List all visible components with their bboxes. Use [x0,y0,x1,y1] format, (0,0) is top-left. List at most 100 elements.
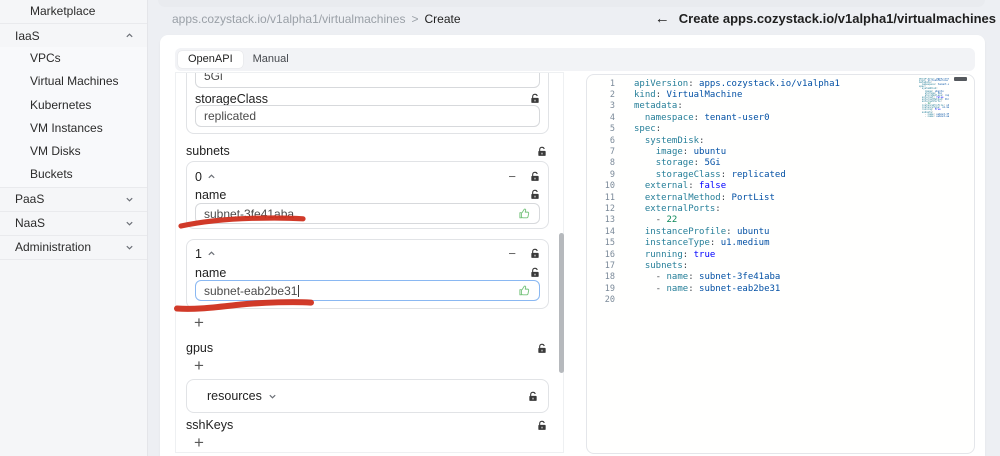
remove-item-button[interactable]: − [508,247,516,260]
lock-icon[interactable] [530,189,540,200]
code-text: externalPorts: [644,203,721,214]
system-disk-card: 5Gi storageClass replicated [186,72,549,134]
code-line[interactable]: 12 externalPorts: [587,203,974,214]
code-line[interactable]: 11 externalMethod: PortList [587,192,974,203]
chevron-down-icon [125,243,134,252]
code-text: systemDisk: [644,135,705,146]
code-line[interactable]: 2 kind: VirtualMachine [587,89,974,100]
code-line[interactable]: 7 image: ubuntu [587,146,974,157]
remove-item-button[interactable]: − [508,170,516,183]
lock-icon[interactable] [528,391,538,402]
code-text: spec: [634,124,662,135]
form-scrollbar-thumb[interactable] [559,233,564,373]
code-text: metadata: [634,101,683,112]
code-line[interactable]: 4 namespace: tenant-user0 [587,112,974,123]
thumbs-up-icon[interactable] [518,284,531,297]
chevron-down-icon[interactable] [268,392,277,401]
storage-input[interactable]: 5Gi [195,72,540,88]
lock-icon[interactable] [537,146,547,157]
code-line[interactable]: 8 storage: 5Gi [587,158,974,169]
subnet-item-0-header[interactable]: 0 − [195,169,540,184]
chevron-up-icon[interactable] [207,249,216,258]
code-line[interactable]: 9 storageClass: replicated [587,169,974,180]
text-cursor [298,284,300,297]
line-number: 8 [609,158,615,169]
gpus-label: gpus [186,341,214,355]
line-number: 11 [604,192,615,203]
code-text: instanceProfile: ubuntu [644,226,770,237]
code-text: subnets: [644,260,689,271]
line-number: 20 [604,295,615,306]
sidebar-item-marketplace[interactable]: Marketplace [0,0,147,24]
lock-icon[interactable] [530,93,540,104]
lock-icon[interactable] [530,171,540,182]
sidebar-group-iaas[interactable]: IaaS [0,24,147,47]
sidebar-group-paas[interactable]: PaaS [0,188,147,212]
yaml-editor[interactable]: 1 apiVersion: apps.cozystack.io/v1alpha1 2… [586,74,975,454]
sidebar-item-buckets[interactable]: Buckets [0,163,147,186]
storage-input-value: 5Gi [204,72,223,83]
thumbs-up-icon[interactable] [518,207,531,220]
lock-icon[interactable] [537,420,547,431]
sidebar-item-vm-instances[interactable]: VM Instances [0,117,147,140]
line-number: 16 [604,249,615,260]
code-line[interactable]: 13 - 22 [587,215,974,226]
code-line[interactable]: 10 external: false [587,181,974,192]
sidebar-group-label: IaaS [15,28,40,43]
code-text: kind: VirtualMachine [634,90,743,101]
line-number: 3 [609,101,615,112]
subnet-item-1-header[interactable]: 1 − [195,246,540,261]
code-line[interactable]: 17 subnets: [587,260,974,271]
code-line[interactable]: 20 [587,294,974,305]
line-number: 17 [604,260,615,271]
sidebar-group-naas[interactable]: NaaS [0,212,147,236]
line-number: 14 [604,226,615,237]
code-line[interactable]: 6 systemDisk: [587,135,974,146]
chevron-up-icon[interactable] [207,172,216,181]
chevron-down-icon [125,195,134,204]
code-line[interactable]: 16 running: true [587,249,974,260]
code-line[interactable]: 14 instanceProfile: ubuntu [587,226,974,237]
chevron-up-icon [125,31,134,40]
storage-class-label: storageClass [195,91,268,106]
subnet-1-name-input[interactable]: subnet-eab2be31 [195,280,540,301]
sidebar-group-label: PaaS [15,192,45,207]
code-line[interactable]: 15 instanceType: u1.medium [587,237,974,248]
add-gpu-button[interactable]: + [194,357,204,375]
top-strip [158,0,985,7]
tab-openapi[interactable]: OpenAPI [178,51,243,68]
subnet-item-0: 0 − name subnet-3fe41aba [186,161,549,229]
line-number: 15 [604,238,615,249]
line-number: 7 [609,147,615,158]
add-subnet-button[interactable]: + [194,314,204,332]
code-line[interactable]: 3 metadata: [587,101,974,112]
sidebar-item-virtual-machines[interactable]: Virtual Machines [0,70,147,93]
sidebar-item-vm-disks[interactable]: VM Disks [0,140,147,163]
back-arrow-icon[interactable]: ← [655,11,670,26]
code-line[interactable]: 5 spec: [587,124,974,135]
subnet-0-name-input[interactable]: subnet-3fe41aba [195,203,540,224]
code-line[interactable]: 19 - name: subnet-eab2be31 [587,283,974,294]
line-number: 12 [604,203,615,214]
code-text: storage: 5Gi [655,158,721,169]
lock-icon[interactable] [530,248,540,259]
page-header: ← Create apps.cozystack.io/v1alpha1/virt… [655,11,996,26]
code-line[interactable]: 1 apiVersion: apps.cozystack.io/v1alpha1 [587,78,974,89]
sidebar-item-kubernetes[interactable]: Kubernetes [0,94,147,117]
sidebar-group-administration[interactable]: Administration [0,236,147,260]
code-line[interactable]: 18 - name: subnet-3fe41aba [587,272,974,283]
resources-card[interactable]: resources [186,379,549,413]
lock-icon[interactable] [537,343,547,354]
sidebar-submenu-iaas: VPCs Virtual Machines Kubernetes VM Instanc… [0,47,147,188]
sidebar: Marketplace IaaS VPCs Virtual Machines Kuber… [0,0,148,456]
minimap-slider[interactable] [954,77,967,81]
lock-icon[interactable] [530,267,540,278]
breadcrumb-path[interactable]: apps.cozystack.io/v1alpha1/virtualmachin… [172,12,405,26]
storage-class-input[interactable]: replicated [195,105,540,127]
breadcrumb-separator: > [411,12,419,26]
form-scroll-area[interactable]: 5Gi storageClass replicated subnets 0 − … [175,72,564,453]
code-text: namespace: tenant-user0 [644,112,770,123]
tab-manual[interactable]: Manual [243,51,299,68]
add-sshkey-button[interactable]: + [194,434,204,452]
sidebar-item-vpcs[interactable]: VPCs [0,47,147,70]
